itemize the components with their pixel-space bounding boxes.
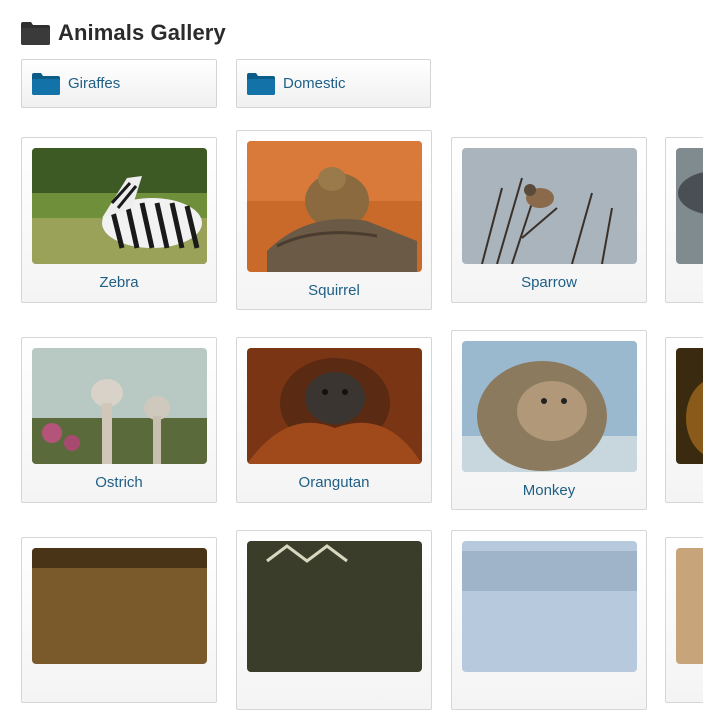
gallery-item-row3-2[interactable] <box>236 530 432 710</box>
monkey-thumbnail <box>462 341 637 472</box>
page-title: Animals Gallery <box>58 20 226 45</box>
gallery-item-orangutan[interactable]: Orangutan <box>236 337 432 503</box>
folder-label: Domestic <box>283 75 346 92</box>
folder-icon <box>247 73 275 95</box>
gallery-item-ostrich[interactable]: Ostrich <box>21 337 217 503</box>
item-caption: Sparrow <box>521 274 577 291</box>
zebra-thumbnail <box>32 148 207 264</box>
squirrel-thumbnail <box>247 141 422 272</box>
gallery-item-partial[interactable] <box>665 337 703 503</box>
folder-label: Giraffes <box>68 75 121 92</box>
lion-thumbnail <box>32 548 207 664</box>
lion-thumbnail <box>676 348 703 464</box>
sparrow-thumbnail <box>462 148 637 264</box>
item-caption: Orangutan <box>298 474 370 491</box>
gallery-item-sparrow[interactable]: Sparrow <box>451 137 647 303</box>
page-header: Animals Gallery <box>21 17 226 49</box>
gallery-item-squirrel[interactable]: Squirrel <box>236 130 432 310</box>
item-caption: Zebra <box>99 274 139 291</box>
gallery-item-monkey[interactable]: Monkey <box>451 330 647 510</box>
folder-giraffes[interactable]: Giraffes <box>21 59 217 108</box>
gallery-item-partial[interactable] <box>665 137 703 303</box>
ostrich-thumbnail <box>32 348 207 464</box>
animal-thumbnail <box>462 541 637 672</box>
hippo-thumbnail <box>676 148 703 264</box>
gallery-item-row3-3[interactable] <box>451 530 647 710</box>
item-caption: Ostrich <box>95 474 143 491</box>
orangutan-thumbnail <box>247 348 422 464</box>
folder-icon <box>21 22 50 45</box>
gallery-item-zebra[interactable]: Zebra <box>21 137 217 303</box>
item-caption: Squirrel <box>308 282 360 299</box>
folder-domestic[interactable]: Domestic <box>236 59 431 108</box>
item-caption: Monkey <box>522 482 576 499</box>
animal-thumbnail <box>676 548 703 664</box>
animal-thumbnail <box>247 541 422 672</box>
folder-icon <box>32 73 60 95</box>
